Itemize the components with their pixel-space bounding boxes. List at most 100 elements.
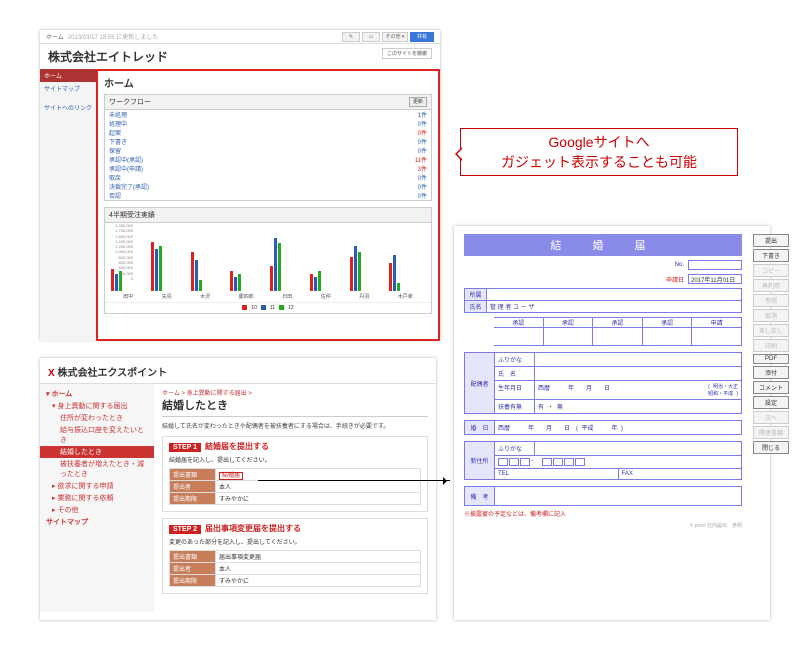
xp-side-c1b[interactable]: 給与振込口座を変えたいとき xyxy=(40,424,154,446)
spouse-key: 配偶者 xyxy=(465,353,495,413)
addr-furigana-key: ふりがな xyxy=(495,442,535,455)
xp-side-sitemap[interactable]: サイトマップ xyxy=(40,516,154,528)
form-btn-提出[interactable]: 提出 xyxy=(753,234,789,247)
approval-stamp-cell[interactable] xyxy=(692,328,742,346)
bar-chart: 2,000,0001,700,0001,600,0001,400,0001,20… xyxy=(105,223,431,293)
affil-key: 所属 xyxy=(465,289,487,301)
dep-field[interactable]: 有 ・ 無 xyxy=(535,400,741,413)
xp-side-c1c-active[interactable]: 結婚したとき xyxy=(40,446,154,458)
workflow-row[interactable]: 取戻0件 xyxy=(105,173,431,182)
approval-header: 承認承認承認承認申請 xyxy=(464,317,742,328)
workflow-row[interactable]: 承認中(承認)11件 xyxy=(105,155,431,164)
workflow-box: ワークフロー 更新 未処理1件処理中0件起案0件下書き0件保留0件承認中(承認)… xyxy=(104,94,432,201)
gs-side-recent[interactable]: サイトへのリンク xyxy=(40,101,96,114)
step1-badge: STEP 1 xyxy=(169,443,201,452)
marriage-form-panel: 結 婚 届 No. 申請日2017年11月01日 所属 氏名管 理 者 ユ ー … xyxy=(454,226,770,620)
workflow-row[interactable]: 保留0件 xyxy=(105,146,431,155)
step-row: 提出書類結婚届 xyxy=(170,469,421,481)
form-button-column: 提出下書きコピー再利用参照取消差し戻し印刷PDF添付コメント設定次へ関連書類閉じ… xyxy=(753,234,789,454)
approval-stamp-cell[interactable] xyxy=(643,328,693,346)
chart-group xyxy=(230,271,266,291)
xp-side-cat1[interactable]: ▾ 身上異動に関する届出 xyxy=(40,400,154,412)
furigana-field[interactable] xyxy=(535,353,741,366)
xp-side-cat3[interactable]: ▸ 業務に関する依頼 xyxy=(40,492,154,504)
workflow-row[interactable]: 下書き0件 xyxy=(105,137,431,146)
gs-side-sitemap[interactable]: サイトマップ xyxy=(40,82,96,95)
remarks-section: 備 考 xyxy=(464,486,742,506)
approval-stamp-cell[interactable] xyxy=(494,328,544,346)
form-btn-参照: 参照 xyxy=(753,294,789,307)
remarks-field[interactable] xyxy=(495,487,741,505)
approval-header-cell: 承認 xyxy=(643,317,693,328)
xp-side-c1a[interactable]: 住所が変わったとき xyxy=(40,412,154,424)
approval-stamps xyxy=(464,328,742,346)
workflow-row[interactable]: 未処理1件 xyxy=(105,110,431,119)
more-button[interactable]: その他 ▾ xyxy=(382,32,408,42)
mdate-key: 婚 日 xyxy=(465,421,495,434)
step1-card: STEP 1結婚届を提出する 結婚届を記入し、提出してください。 提出書類結婚届… xyxy=(162,436,428,512)
workflow-row[interactable]: 承認中(申請)3件 xyxy=(105,164,431,173)
addr-furigana-field[interactable] xyxy=(535,442,741,455)
workflow-row[interactable]: 起案0件 xyxy=(105,128,431,137)
form-footer: X-point 社内届出 参照 xyxy=(464,522,742,529)
doc-link[interactable]: 結婚届 xyxy=(219,472,243,480)
chart-group xyxy=(151,242,187,291)
xp-side-cat4[interactable]: ▸ その他 xyxy=(40,504,154,516)
chart-xaxis: 田中矢島木沢慶四郎日田佐仲丹羽木戸孝 xyxy=(105,293,431,302)
share-button[interactable]: 共有 xyxy=(410,32,434,42)
workflow-list: 未処理1件処理中0件起案0件下書き0件保留0件承認中(承認)11件承認中(申請)… xyxy=(105,110,431,200)
xp-side-c1d[interactable]: 被扶養者が増えたとき・減ったとき xyxy=(40,458,154,480)
page-icon[interactable]: ▭ xyxy=(362,32,380,42)
workflow-row[interactable]: 決裁完了(承認)0件 xyxy=(105,182,431,191)
chart-box: 4半期受注実績 2,000,0001,700,0001,600,0001,400… xyxy=(104,207,432,314)
form-btn-添付[interactable]: 添付 xyxy=(753,366,789,379)
form-btn-下書き[interactable]: 下書き xyxy=(753,249,789,262)
date-field[interactable]: 2017年11月01日 xyxy=(688,274,742,284)
furigana-key: ふりがな xyxy=(495,353,535,366)
step1-title: 結婚届を提出する xyxy=(205,442,269,451)
bubble-line2: ガジェット表示することも可能 xyxy=(501,152,697,172)
approval-stamp-cell[interactable] xyxy=(544,328,594,346)
gs-sidebar: ホーム サイトマップ サイトへのリンク xyxy=(40,69,96,341)
gs-toolbar: ホーム 2013/03/17 18:55 に更新しました ✎ ▭ その他 ▾ 共… xyxy=(40,30,440,44)
gs-side-home[interactable]: ホーム xyxy=(40,69,96,82)
spouse-section: 配偶者 ふりがな 氏 名 生年月日西暦 年 月 日 ( 明治・大正 昭和・平成 … xyxy=(464,352,742,414)
shimei-key: 氏 名 xyxy=(495,367,535,380)
date-label: 申請日 xyxy=(666,275,684,284)
form-btn-取消: 取消 xyxy=(753,309,789,322)
callout-bubble: Googleサイトへ ガジェット表示することも可能 xyxy=(460,128,738,176)
form-btn-関連書類: 関連書類 xyxy=(753,426,789,439)
workflow-row[interactable]: 否認0件 xyxy=(105,191,431,200)
birth-field[interactable]: 西暦 年 月 日 ( 明治・大正 昭和・平成 ) xyxy=(535,381,741,399)
birth-key: 生年月日 xyxy=(495,381,535,399)
no-field[interactable] xyxy=(688,260,742,270)
postal-field[interactable]: - xyxy=(495,456,741,468)
form-btn-コメント[interactable]: コメント xyxy=(753,381,789,394)
xp-side-home[interactable]: ▾ ホーム xyxy=(40,388,154,400)
step-row: 提出書類届出事項変更届 xyxy=(170,551,421,563)
form-btn-設定[interactable]: 設定 xyxy=(753,396,789,409)
update-button[interactable]: 更新 xyxy=(409,97,427,107)
name-field[interactable]: 管 理 者 ユ ー ザ xyxy=(487,301,741,312)
approval-stamp-cell[interactable] xyxy=(593,328,643,346)
chart-group xyxy=(270,238,306,291)
xp-side-cat2[interactable]: ▸ 欲求に関する申請 xyxy=(40,480,154,492)
mdate-field[interactable]: 西暦 年 月 日 ( 平成 年 ) xyxy=(495,421,741,434)
xp-header: X 株式会社エクスポイント xyxy=(40,358,436,384)
affil-field[interactable] xyxy=(487,289,741,301)
xpoint-panel: X 株式会社エクスポイント ▾ ホーム ▾ 身上異動に関する届出 住所が変わった… xyxy=(40,358,436,620)
shimei-field[interactable] xyxy=(535,367,741,380)
gadget-heading: ホーム xyxy=(104,75,432,90)
form-btn-PDF[interactable]: PDF xyxy=(753,354,789,364)
workflow-row[interactable]: 処理中0件 xyxy=(105,119,431,128)
tel-label: TEL xyxy=(495,469,619,479)
bubble-line1: Googleサイトへ xyxy=(548,132,649,152)
no-label: No. xyxy=(675,262,684,268)
form-btn-閉じる[interactable]: 閉じる xyxy=(753,441,789,454)
approval-header-cell: 承認 xyxy=(544,317,594,328)
step-row: 提出者本人 xyxy=(170,563,421,575)
pencil-icon[interactable]: ✎ xyxy=(342,32,360,42)
step-row: 提出期限すみやかに xyxy=(170,493,421,505)
search-input[interactable]: このサイトを検索 xyxy=(382,48,432,59)
xp-breadcrumb: ホーム > 身上異動に関する届出 > xyxy=(162,388,428,397)
